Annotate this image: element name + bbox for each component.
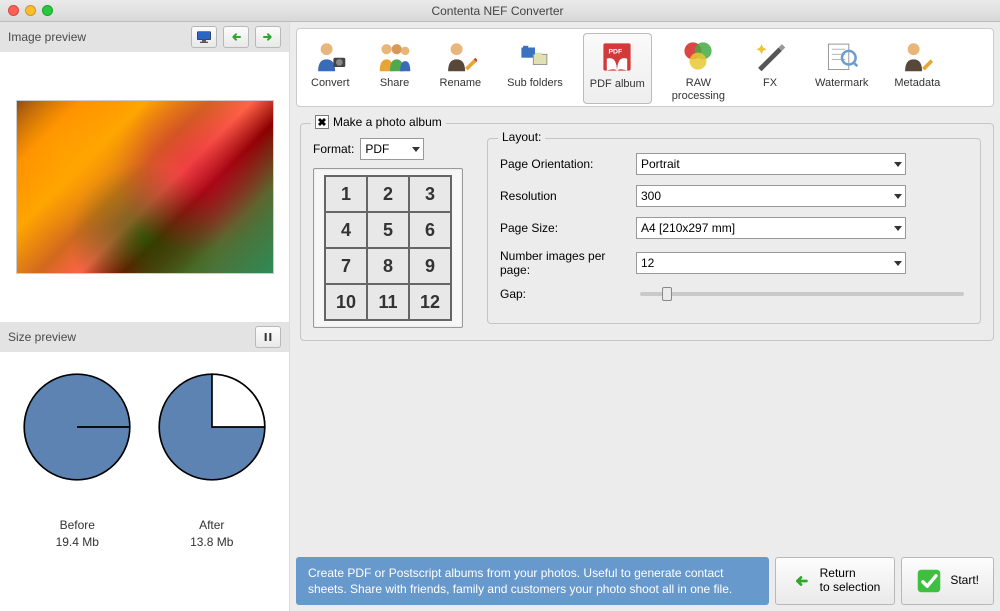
gap-slider-thumb[interactable] (662, 287, 672, 301)
info-banner: Create PDF or Postscript albums from you… (296, 557, 769, 605)
share-icon (376, 37, 414, 75)
tool-fx[interactable]: FX (745, 33, 795, 104)
grid-cell: 4 (325, 212, 367, 248)
arrow-left-icon (790, 572, 812, 590)
album-checkbox-label: Make a photo album (333, 115, 442, 129)
watermark-icon (823, 37, 861, 75)
close-icon[interactable] (8, 5, 19, 16)
layout-legend: Layout: (498, 130, 545, 144)
zoom-icon[interactable] (42, 5, 53, 16)
preview-monitor-button[interactable] (191, 26, 217, 48)
gap-slider[interactable] (640, 292, 964, 296)
arrow-left-icon (228, 30, 244, 44)
grid-cell: 11 (367, 284, 409, 320)
tool-watermark[interactable]: Watermark (809, 33, 874, 104)
resolution-label: Resolution (500, 189, 636, 203)
subfolders-icon (516, 37, 554, 75)
grid-cell: 2 (367, 176, 409, 212)
gap-label: Gap: (500, 287, 636, 301)
footer: Create PDF or Postscript albums from you… (296, 557, 994, 605)
grid-cell: 5 (367, 212, 409, 248)
pie-after-chart (157, 372, 267, 482)
window-title: Contenta NEF Converter (53, 4, 942, 18)
grid-cell: 1 (325, 176, 367, 212)
layout-grid-preview: 123 456 789 101112 (313, 168, 463, 328)
album-fieldset: ✖ Make a photo album Format: PDF (300, 123, 994, 341)
tool-share[interactable]: Share (370, 33, 420, 104)
size-preview-label: Size preview (8, 330, 76, 344)
start-button[interactable]: Start! (901, 557, 994, 605)
preview-next-button[interactable] (255, 26, 281, 48)
pie-before-label: Before 19.4 Mb (22, 517, 132, 551)
fx-icon (751, 37, 789, 75)
preview-prev-button[interactable] (223, 26, 249, 48)
format-column: Format: PDF 123 456 789 101112 (313, 138, 473, 328)
tool-raw-processing[interactable]: RAW processing (666, 33, 731, 104)
pause-icon (260, 330, 276, 344)
size-preview-header: Size preview (0, 322, 289, 352)
pie-after-label: After 13.8 Mb (157, 517, 267, 551)
grid-cell: 7 (325, 248, 367, 284)
orientation-select[interactable]: Portrait (636, 153, 906, 175)
check-icon (916, 568, 942, 594)
album-checkbox-legend: ✖ Make a photo album (311, 115, 446, 129)
traffic-lights (8, 5, 53, 16)
preview-image (16, 100, 274, 274)
convert-icon (311, 37, 349, 75)
format-label: Format: (313, 142, 354, 156)
grid-cell: 12 (409, 284, 451, 320)
grid-cell: 6 (409, 212, 451, 248)
format-select[interactable]: PDF (360, 138, 424, 160)
pagesize-label: Page Size: (500, 221, 636, 235)
size-pause-button[interactable] (255, 326, 281, 348)
window-titlebar: Contenta NEF Converter (0, 0, 1000, 22)
pie-before: Before 19.4 Mb (22, 372, 132, 551)
image-preview-label: Image preview (8, 30, 86, 44)
main-toolbar: Convert Share Rename Sub folders (296, 28, 994, 107)
album-checkbox[interactable]: ✖ (315, 115, 329, 129)
arrow-right-icon (260, 30, 276, 44)
grid-cell: 10 (325, 284, 367, 320)
pdf-album-icon: PDF (598, 38, 636, 76)
imgperpage-label: Number images per page: (500, 249, 636, 277)
size-charts: Before 19.4 Mb After 13.8 Mb (0, 352, 289, 561)
grid-cell: 8 (367, 248, 409, 284)
grid-cell: 3 (409, 176, 451, 212)
left-panel: Image preview Size preview (0, 22, 290, 611)
config-area: ✖ Make a photo album Format: PDF (296, 113, 994, 551)
monitor-icon (196, 30, 212, 44)
pagesize-select[interactable]: A4 [210x297 mm] (636, 217, 906, 239)
rename-icon (441, 37, 479, 75)
pie-before-chart (22, 372, 132, 482)
tool-subfolders[interactable]: Sub folders (501, 33, 569, 104)
resolution-select[interactable]: 300 (636, 185, 906, 207)
pie-after: After 13.8 Mb (157, 372, 267, 551)
image-preview-area (0, 52, 289, 322)
tool-rename[interactable]: Rename (434, 33, 488, 104)
svg-text:PDF: PDF (609, 49, 623, 56)
raw-icon (679, 37, 717, 75)
imgperpage-select[interactable]: 12 (636, 252, 906, 274)
tool-pdf-album[interactable]: PDF PDF album (583, 33, 652, 104)
orientation-label: Page Orientation: (500, 157, 636, 171)
metadata-icon (898, 37, 936, 75)
return-label: Return to selection (820, 567, 881, 595)
return-button[interactable]: Return to selection (775, 557, 896, 605)
minimize-icon[interactable] (25, 5, 36, 16)
start-label: Start! (950, 574, 979, 588)
right-panel: Convert Share Rename Sub folders (290, 22, 1000, 611)
image-preview-header: Image preview (0, 22, 289, 52)
tool-convert[interactable]: Convert (305, 33, 356, 104)
grid-cell: 9 (409, 248, 451, 284)
layout-fieldset: Layout: Page Orientation: Portrait Resol… (487, 138, 981, 324)
tool-metadata[interactable]: Metadata (888, 33, 946, 104)
